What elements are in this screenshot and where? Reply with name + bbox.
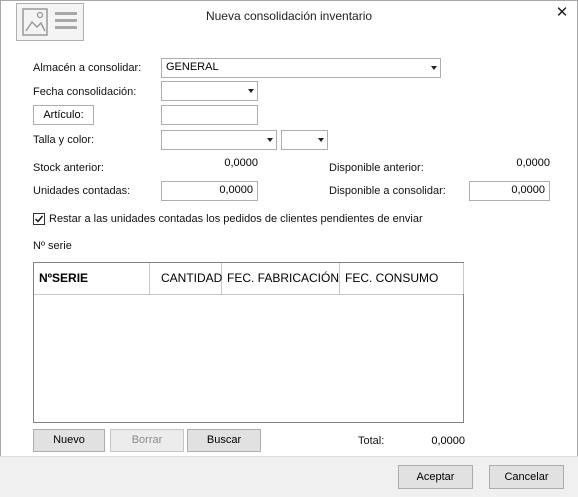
restar-checkbox[interactable]: [33, 213, 45, 225]
fecha-date-picker[interactable]: [161, 81, 258, 101]
restar-checkbox-label: Restar a las unidades contadas los pedid…: [49, 213, 423, 225]
window-title: Nueva consolidación inventario: [205, 9, 373, 23]
total-label: Total:: [358, 435, 385, 447]
stock-anterior-value: 0,0000: [224, 157, 258, 169]
color-select[interactable]: [281, 130, 328, 150]
fecha-label: Fecha consolidación:: [33, 86, 137, 98]
unidades-contadas-input[interactable]: 0,0000: [161, 181, 258, 201]
grid-header: NºSERIE CANTIDAD FEC. FABRICACIÓN FEC. C…: [34, 263, 464, 295]
disponible-anterior-label: Disponible anterior:: [329, 162, 424, 174]
borrar-button[interactable]: Borrar: [110, 429, 184, 452]
disponible-anterior-value: 0,0000: [516, 157, 550, 169]
articulo-button[interactable]: Artículo:: [33, 105, 94, 125]
column-header-nserie[interactable]: NºSERIE: [34, 263, 150, 294]
articulo-input[interactable]: [161, 105, 258, 125]
stock-anterior-label: Stock anterior:: [33, 162, 104, 174]
column-header-cantidad[interactable]: CANTIDAD: [150, 263, 222, 294]
nserie-grid[interactable]: NºSERIE CANTIDAD FEC. FABRICACIÓN FEC. C…: [33, 262, 464, 423]
nserie-label: Nº serie: [33, 240, 72, 252]
close-icon[interactable]: ✕: [553, 4, 571, 22]
talla-select[interactable]: [161, 130, 277, 150]
chevron-down-icon: [267, 138, 273, 142]
disponible-consolidar-label: Disponible a consolidar:: [329, 185, 446, 197]
column-header-fec-consumo[interactable]: FEC. CONSUMO: [340, 263, 464, 294]
disponible-consolidar-input[interactable]: 0,0000: [469, 181, 550, 201]
column-header-fec-fabricacion[interactable]: FEC. FABRICACIÓN: [222, 263, 340, 294]
almacen-label: Almacén a consolidar:: [33, 62, 142, 74]
unidades-contadas-label: Unidades contadas:: [33, 185, 131, 197]
talla-color-label: Talla y color:: [33, 134, 95, 146]
chevron-down-icon: [318, 138, 324, 142]
almacen-value: GENERAL: [166, 61, 219, 73]
chevron-down-icon: [431, 66, 437, 70]
accept-button[interactable]: Aceptar: [398, 465, 473, 489]
nuevo-button[interactable]: Nuevo: [33, 429, 105, 452]
total-value: 0,0000: [431, 435, 465, 447]
almacen-select[interactable]: GENERAL: [161, 58, 441, 78]
buscar-button[interactable]: Buscar: [187, 429, 261, 452]
cancel-button[interactable]: Cancelar: [489, 465, 564, 489]
check-icon: [35, 215, 44, 223]
chevron-down-icon: [248, 89, 254, 93]
